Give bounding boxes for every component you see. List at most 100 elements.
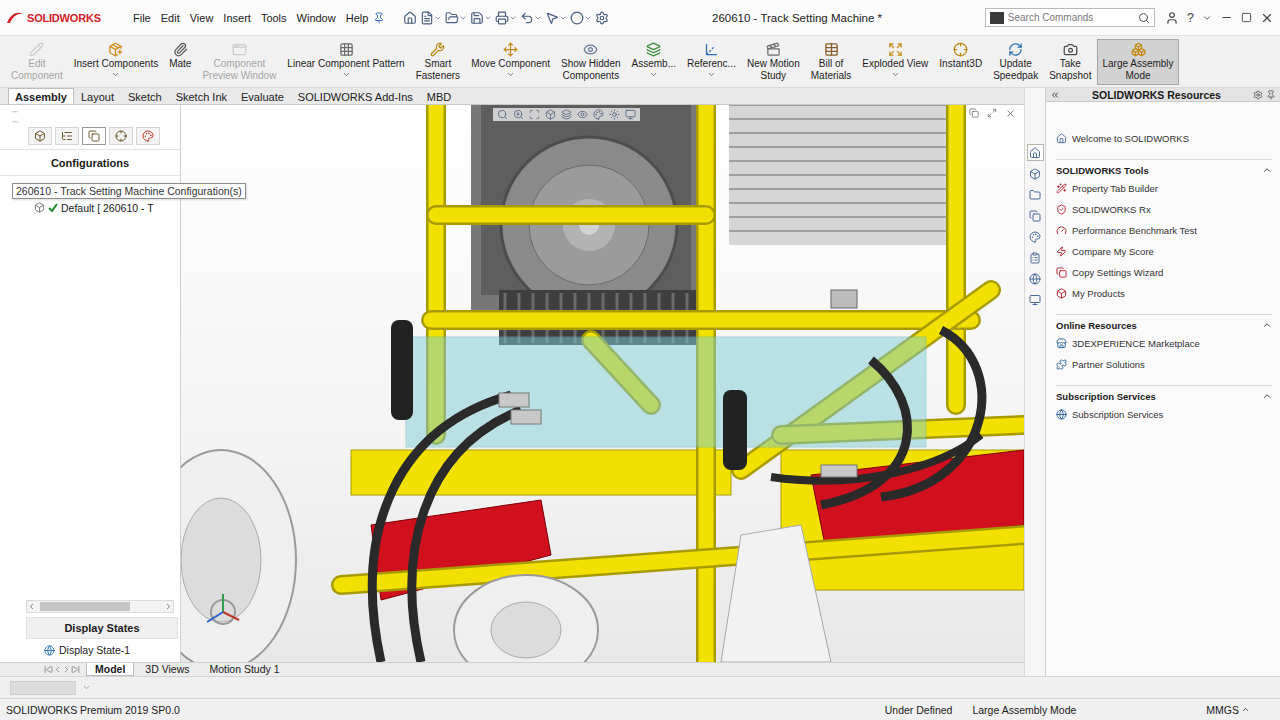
resource-link[interactable]: Copy Settings Wizard [1056,262,1272,283]
section-header[interactable]: SOLIDWORKS Tools [1056,162,1272,178]
resource-link[interactable]: 3DEXPERIENCE Marketplace [1056,333,1272,354]
section-header[interactable]: Subscription Services [1056,388,1272,404]
command-tab[interactable]: Sketch [121,88,169,104]
settings-icon[interactable] [1253,90,1263,100]
dropdown-icon[interactable] [1202,13,1212,23]
quick-access-button[interactable] [495,11,517,25]
view-tool-icon[interactable] [545,109,556,120]
ribbon-button[interactable]: Large AssemblyMode [1097,39,1178,85]
first-tab-icon[interactable] [44,665,53,674]
task-pane-tab[interactable] [1027,270,1044,287]
pin-icon[interactable] [373,12,385,24]
task-pane-tab[interactable] [1027,144,1044,161]
quick-access-button[interactable] [520,11,542,25]
ribbon-button[interactable]: Mate [164,39,196,85]
menu-item[interactable]: Tools [256,10,292,26]
close-icon[interactable] [1005,108,1016,119]
tree-node[interactable]: 260610 - Track Setting Machine Configura… [0,182,180,199]
model-tab[interactable]: Model [86,663,134,676]
menu-item[interactable]: File [128,10,156,26]
dropdown-icon[interactable] [649,70,658,79]
tree-node[interactable]: Default [ 260610 - T [0,199,180,216]
search-icon[interactable] [1138,12,1150,24]
resource-link[interactable]: My Products [1056,283,1272,304]
dropdown-icon[interactable] [891,70,900,79]
command-tab[interactable]: Evaluate [234,88,291,104]
task-pane-tab[interactable] [1027,165,1044,182]
minimize-icon[interactable] [1220,11,1233,24]
unit-system[interactable]: MMGS [1086,704,1274,716]
model-tab[interactable]: Motion Study 1 [201,663,289,676]
scroll-left-icon[interactable] [27,602,36,611]
filter-icon[interactable] [10,118,20,126]
quick-access-button[interactable] [420,11,442,25]
collapse-icon[interactable] [1262,320,1272,330]
view-tool-icon[interactable] [513,109,524,120]
view-tool-icon[interactable] [497,109,508,120]
command-tab[interactable]: MBD [420,88,458,104]
search-field[interactable]: Search Commands [985,8,1155,27]
resource-link[interactable]: Partner Solutions [1056,354,1272,375]
quick-access-button[interactable] [545,11,567,25]
menu-item[interactable]: Help [341,10,374,26]
view-tool-icon[interactable] [625,109,636,120]
resource-link[interactable]: Compare My Score [1056,241,1272,262]
maximize-icon[interactable] [987,108,997,118]
panel-tab[interactable] [55,127,79,145]
dropdown-icon[interactable] [506,70,515,79]
last-tab-icon[interactable] [71,665,80,674]
command-tab[interactable]: SOLIDWORKS Add-Ins [291,88,420,104]
collapse-icon[interactable] [1262,391,1272,401]
ribbon-button[interactable]: Show HiddenComponents [556,39,625,85]
quick-access-button[interactable] [470,11,492,25]
task-pane-tab[interactable] [1027,249,1044,266]
panel-tab[interactable] [109,127,133,145]
model-tab[interactable]: 3D Views [136,663,198,676]
resource-link[interactable]: Property Tab Builder [1056,178,1272,199]
panel-tab[interactable] [28,127,52,145]
ribbon-button[interactable]: Linear Component Pattern [282,39,409,85]
selection-field[interactable] [10,681,76,695]
task-pane-tab[interactable] [1027,186,1044,203]
ribbon-button[interactable]: EditComponent [6,39,68,85]
quick-access-button[interactable] [445,11,467,25]
user-icon[interactable] [1165,11,1179,25]
resource-link[interactable]: Welcome to SOLIDWORKS [1056,128,1272,149]
dropdown-icon[interactable] [342,70,351,79]
pin-icon[interactable] [1266,90,1276,100]
maximize-icon[interactable] [1241,12,1252,23]
dropdown-icon[interactable] [111,70,120,79]
previous-tab-icon[interactable] [53,665,62,674]
ribbon-button[interactable]: Assemb... [627,39,681,85]
next-tab-icon[interactable] [62,665,71,674]
display-state[interactable]: Display State-1 [0,639,180,662]
quick-access-button[interactable] [570,11,592,25]
scroll-right-icon[interactable] [164,602,173,611]
command-tab[interactable]: Sketch Ink [169,88,234,104]
ribbon-button[interactable]: Exploded View [857,39,933,85]
logo[interactable]: SOLIDWORKS [6,11,118,25]
resource-link[interactable]: Subscription Services [1056,404,1272,425]
ribbon-button[interactable]: Bill ofMaterials [806,39,857,85]
ribbon-button[interactable]: UpdateSpeedpak [988,39,1043,85]
filter-icon[interactable] [10,108,20,116]
ribbon-button[interactable]: Referenc... [682,39,741,85]
horizontal-scrollbar[interactable] [26,600,174,613]
quick-access-button[interactable] [403,11,417,25]
ribbon-button[interactable]: SmartFasteners [411,39,465,85]
menu-item[interactable]: Edit [156,10,185,26]
dropdown-icon[interactable] [707,70,716,79]
command-tab[interactable]: Assembly [8,88,74,104]
help-button[interactable]: ? [1187,10,1194,25]
panel-tab[interactable] [136,127,160,145]
resource-link[interactable]: Performance Benchmark Test [1056,220,1272,241]
task-pane-tab[interactable] [1027,228,1044,245]
task-pane-tab[interactable] [1027,291,1044,308]
resource-link[interactable]: SOLIDWORKS Rx [1056,199,1272,220]
menu-item[interactable]: Window [292,10,341,26]
ribbon-button[interactable]: Instant3D [934,39,987,85]
section-header[interactable]: Online Resources [1056,317,1272,333]
close-icon[interactable] [1260,11,1274,25]
ribbon-button[interactable]: Insert Components [69,39,164,85]
model-view[interactable] [181,105,1024,662]
